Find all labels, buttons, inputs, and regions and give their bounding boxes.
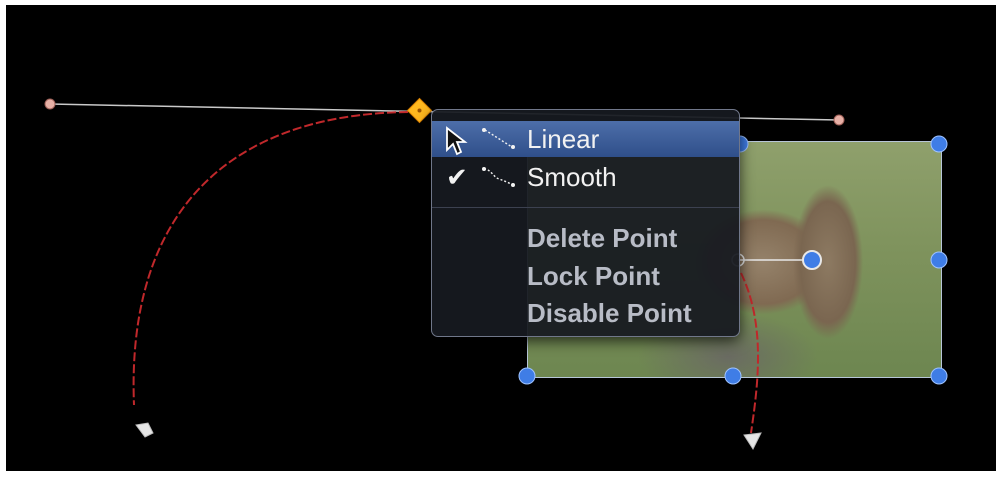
checkmark-icon: ✔ — [446, 162, 468, 192]
menu-item-label: Smooth — [527, 162, 617, 192]
handle-bottom-left — [518, 367, 536, 385]
canvas-viewer[interactable]: Linear ✔ Smooth Delete Point Lock Point … — [6, 5, 996, 471]
motion-path-right — [740, 272, 759, 434]
handle-bottom-right — [930, 367, 948, 385]
menu-item-lock-point[interactable]: Lock Point — [432, 258, 739, 294]
tangent-handle-right[interactable] — [833, 114, 845, 126]
mouse-pointer-icon — [446, 126, 468, 156]
handle-top-right — [930, 135, 948, 153]
motion-path-left — [132, 110, 421, 406]
rotation-handle[interactable] — [802, 250, 822, 270]
menu-item-label: Disable Point — [527, 298, 692, 328]
smooth-curve-icon — [482, 167, 515, 187]
menu-item-label: Delete Point — [527, 223, 678, 253]
menu-item-disable-point[interactable]: Disable Point — [432, 295, 739, 331]
linear-curve-icon — [482, 128, 515, 149]
menu-separator — [432, 207, 739, 208]
keyframe-diamond-icon[interactable] — [406, 97, 433, 124]
menu-item-smooth[interactable]: ✔ Smooth — [432, 159, 739, 195]
path-end-arrow-left[interactable] — [135, 422, 154, 438]
context-menu: Linear ✔ Smooth Delete Point Lock Point … — [431, 109, 740, 337]
tangent-handle-left[interactable] — [44, 98, 56, 110]
handle-bottom-mid — [724, 367, 742, 385]
menu-item-linear[interactable]: Linear — [432, 121, 739, 157]
menu-item-label: Linear — [527, 124, 600, 154]
path-end-arrow-right[interactable] — [743, 432, 762, 451]
menu-item-label: Lock Point — [527, 261, 660, 291]
menu-item-delete-point[interactable]: Delete Point — [432, 220, 739, 256]
handle-mid-right — [930, 251, 948, 269]
